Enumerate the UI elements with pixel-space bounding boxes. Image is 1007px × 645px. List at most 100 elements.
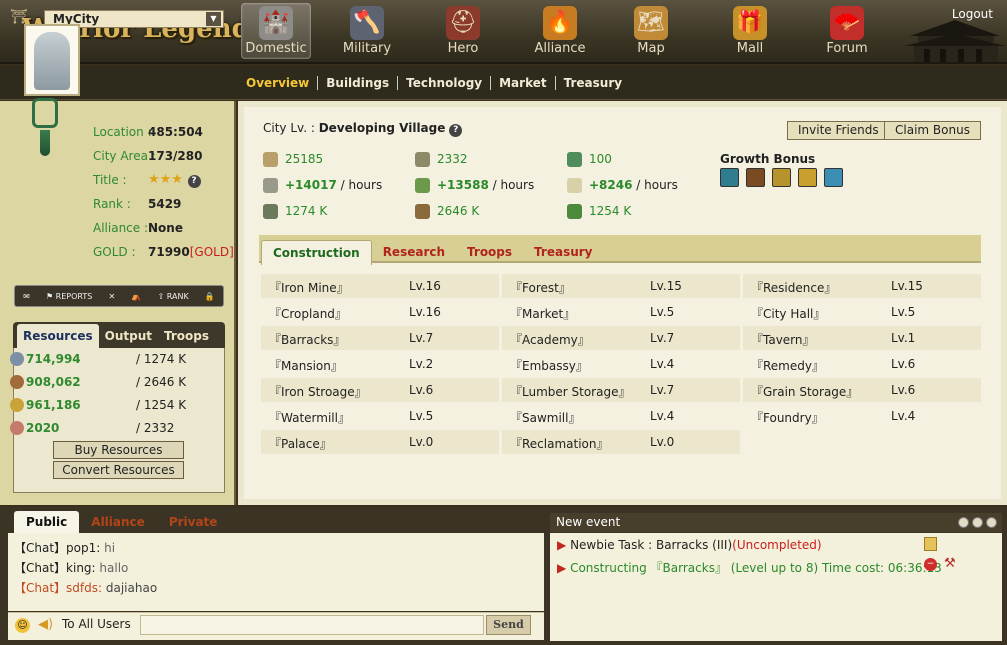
- speaker-icon[interactable]: ◀): [38, 617, 53, 632]
- scroll-down-icon[interactable]: [972, 517, 983, 528]
- help-icon[interactable]: ?: [449, 124, 463, 137]
- camp-icon[interactable]: ⛺: [131, 292, 141, 301]
- chat-recipient[interactable]: To All Users: [62, 617, 131, 631]
- building-name[interactable]: 『Forest』: [510, 279, 571, 296]
- building-cell[interactable]: 『Forest』 Lv.15: [502, 274, 740, 298]
- building-cell[interactable]: 『Watermill』 Lv.5: [261, 404, 499, 428]
- reports-button[interactable]: ⚑ REPORTS: [46, 292, 92, 301]
- building-name[interactable]: 『Remedy』: [751, 357, 824, 374]
- building-cell[interactable]: 『Barracks』 Lv.7: [261, 326, 499, 350]
- scroll-up-icon[interactable]: [958, 517, 969, 528]
- building-name[interactable]: 『Tavern』: [751, 331, 815, 348]
- building-cell[interactable]: 『Lumber Storage』 Lv.7: [502, 378, 740, 402]
- chat-user[interactable]: sdfds:: [66, 581, 102, 595]
- subnav-buildings[interactable]: Buildings: [318, 76, 399, 90]
- tab-output[interactable]: Output: [99, 324, 158, 348]
- building-cell[interactable]: 『City Hall』 Lv.5: [743, 300, 981, 324]
- gold-link[interactable]: [GOLD]: [190, 245, 234, 259]
- subnav-market[interactable]: Market: [491, 76, 556, 90]
- building-name[interactable]: 『Barracks』: [269, 331, 345, 348]
- growth-bonus-icon[interactable]: [772, 168, 791, 187]
- nav-hero[interactable]: ⛑ Hero: [428, 3, 498, 59]
- building-name[interactable]: 『Embassy』: [510, 357, 588, 374]
- invite-friends-button[interactable]: Invite Friends: [787, 121, 890, 140]
- hammer-icon[interactable]: ⚒: [944, 556, 956, 571]
- scroll-icon[interactable]: [924, 537, 937, 551]
- chat-tab-public[interactable]: Public: [14, 511, 80, 533]
- subnav-treasury[interactable]: Treasury: [556, 76, 630, 90]
- close-icon[interactable]: [986, 517, 997, 528]
- building-name[interactable]: 『Watermill』: [269, 409, 350, 426]
- building-name[interactable]: 『Palace』: [269, 435, 332, 452]
- hero-portrait[interactable]: [24, 24, 80, 96]
- building-cell[interactable]: 『Iron Stroage』 Lv.6: [261, 378, 499, 402]
- tab-troops[interactable]: Troops: [158, 324, 215, 348]
- cancel-icon[interactable]: −: [924, 558, 937, 571]
- growth-bonus-icon[interactable]: [824, 168, 843, 187]
- event-item[interactable]: ▶ Newbie Task : Barracks (III)(Uncomplet…: [557, 538, 822, 552]
- building-name[interactable]: 『Foundry』: [751, 409, 824, 426]
- subnav-technology[interactable]: Technology: [398, 76, 492, 90]
- building-cell[interactable]: 『Grain Storage』 Lv.6: [743, 378, 981, 402]
- claim-bonus-button[interactable]: Claim Bonus: [884, 121, 981, 140]
- building-cell[interactable]: 『Foundry』 Lv.4: [743, 404, 981, 428]
- building-cell[interactable]: 『Residence』 Lv.15: [743, 274, 981, 298]
- growth-bonus-icon[interactable]: [798, 168, 817, 187]
- nav-military[interactable]: 🪓 Military: [332, 3, 402, 59]
- building-name[interactable]: 『Iron Mine』: [269, 279, 349, 296]
- battle-icon[interactable]: ✕: [109, 292, 116, 301]
- nav-map[interactable]: 🗺 Map: [616, 3, 686, 59]
- tab-construction[interactable]: Construction: [261, 240, 372, 265]
- chat-message: hallo: [95, 561, 129, 575]
- chat-input[interactable]: [140, 615, 484, 635]
- building-cell[interactable]: 『Remedy』 Lv.6: [743, 352, 981, 376]
- tab-research[interactable]: Research: [372, 240, 456, 265]
- building-cell[interactable]: 『Sawmill』 Lv.4: [502, 404, 740, 428]
- building-cell[interactable]: 『Academy』 Lv.7: [502, 326, 740, 350]
- building-cell[interactable]: 『Palace』 Lv.0: [261, 430, 499, 454]
- growth-bonus-icon[interactable]: [720, 168, 739, 187]
- emoji-icon[interactable]: ☺: [15, 618, 30, 633]
- help-icon[interactable]: ?: [187, 175, 201, 188]
- building-cell[interactable]: 『Market』 Lv.5: [502, 300, 740, 324]
- subnav-overview[interactable]: Overview: [238, 76, 319, 90]
- convert-resources-button[interactable]: Convert Resources: [53, 461, 184, 479]
- food-icon: [10, 398, 24, 412]
- tab-treasury[interactable]: Treasury: [523, 240, 603, 265]
- chat-user[interactable]: pop1:: [66, 541, 100, 555]
- building-cell[interactable]: 『Reclamation』 Lv.0: [502, 430, 740, 454]
- building-name[interactable]: 『City Hall』: [751, 305, 825, 322]
- rank-button[interactable]: ⇧ RANK: [158, 292, 189, 301]
- event-item[interactable]: ▶ Constructing 『Barracks』 (Level up to 8…: [557, 559, 942, 576]
- nav-domestic[interactable]: 🏰 Domestic: [241, 3, 311, 59]
- building-name[interactable]: 『Market』: [510, 305, 575, 322]
- building-cell[interactable]: 『Mansion』 Lv.2: [261, 352, 499, 376]
- building-name[interactable]: 『Mansion』: [269, 357, 343, 374]
- building-name[interactable]: 『Lumber Storage』: [510, 383, 630, 400]
- building-name[interactable]: 『Sawmill』: [510, 409, 580, 426]
- building-cell[interactable]: 『Tavern』 Lv.1: [743, 326, 981, 350]
- tab-resources[interactable]: Resources: [17, 324, 99, 348]
- building-name[interactable]: 『Reclamation』: [510, 435, 609, 452]
- building-name[interactable]: 『Residence』: [751, 279, 836, 296]
- growth-bonus-icon[interactable]: [746, 168, 765, 187]
- building-cell[interactable]: 『Embassy』 Lv.4: [502, 352, 740, 376]
- chat-tab-alliance[interactable]: Alliance: [79, 511, 157, 533]
- tab-troops[interactable]: Troops: [456, 240, 523, 265]
- nav-forum[interactable]: 🪭 Forum: [812, 3, 882, 59]
- lock-icon[interactable]: 🔒: [205, 292, 215, 301]
- building-name[interactable]: 『Academy』: [510, 331, 590, 348]
- nav-alliance[interactable]: 🔥 Alliance: [525, 3, 595, 59]
- chat-user[interactable]: king:: [66, 561, 96, 575]
- nav-mall[interactable]: 🎁 Mall: [715, 3, 785, 59]
- building-name[interactable]: 『Grain Storage』: [751, 383, 858, 400]
- building-cell[interactable]: 『Cropland』 Lv.16: [261, 300, 499, 324]
- building-name[interactable]: 『Iron Stroage』: [269, 383, 367, 400]
- send-button[interactable]: Send: [486, 615, 531, 635]
- mail-icon[interactable]: ✉: [23, 292, 30, 301]
- chevron-down-icon[interactable]: ▼: [206, 12, 221, 26]
- chat-tab-private[interactable]: Private: [157, 511, 230, 533]
- building-cell[interactable]: 『Iron Mine』 Lv.16: [261, 274, 499, 298]
- building-name[interactable]: 『Cropland』: [269, 305, 347, 322]
- buy-resources-button[interactable]: Buy Resources: [53, 441, 184, 459]
